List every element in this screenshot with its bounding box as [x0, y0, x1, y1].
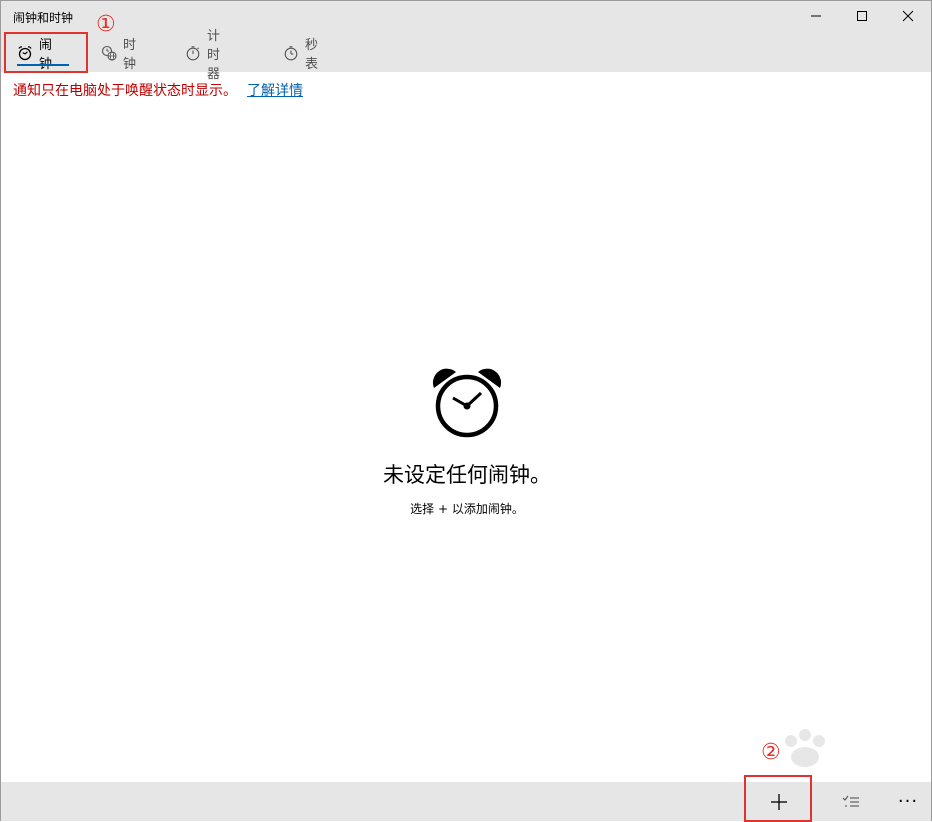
- annotation-box-1: [4, 32, 88, 73]
- annotation-marker-2: ②: [761, 740, 781, 765]
- empty-state-subtitle: 选择 + 以添加闹钟。: [410, 502, 524, 516]
- tab-label: 计时器: [207, 28, 221, 82]
- minimize-button[interactable]: [793, 1, 839, 31]
- alarm-clock-icon: [431, 366, 503, 444]
- maximize-icon: [857, 11, 867, 21]
- more-options-button[interactable]: ···: [889, 782, 927, 821]
- empty-state-title: 未设定任何闹钟。: [383, 463, 551, 487]
- annotation-box-2: [744, 775, 812, 822]
- annotation-marker-1: ①: [96, 12, 116, 37]
- app-window: 闹钟和时钟 闹钟 时钟 计时器 秒表 ① 通知只在电脑处于唤醒状态时显示。 了解…: [0, 0, 932, 822]
- select-list-icon: [842, 795, 859, 807]
- maximize-button[interactable]: [839, 1, 885, 31]
- learn-more-link[interactable]: 了解详情: [247, 83, 303, 99]
- window-title: 闹钟和时钟: [13, 11, 74, 25]
- close-button[interactable]: [885, 1, 931, 31]
- close-icon: [902, 10, 914, 22]
- stopwatch-icon: [283, 44, 299, 62]
- tab-label: 时钟: [123, 38, 137, 72]
- tab-clock[interactable]: 时钟: [101, 35, 138, 72]
- title-and-tab-bar: [1, 1, 931, 72]
- notification-notice: 通知只在电脑处于唤醒状态时显示。 了解详情: [13, 80, 303, 100]
- select-alarms-button[interactable]: [833, 782, 869, 821]
- tab-timer[interactable]: 计时器: [185, 29, 222, 82]
- timer-icon: [185, 44, 201, 62]
- world-clock-icon: [101, 44, 117, 62]
- notice-text: 通知只在电脑处于唤醒状态时显示。: [13, 83, 237, 99]
- tab-label: 秒表: [305, 38, 319, 72]
- tab-stopwatch[interactable]: 秒表: [283, 35, 320, 72]
- minimize-icon: [811, 15, 821, 17]
